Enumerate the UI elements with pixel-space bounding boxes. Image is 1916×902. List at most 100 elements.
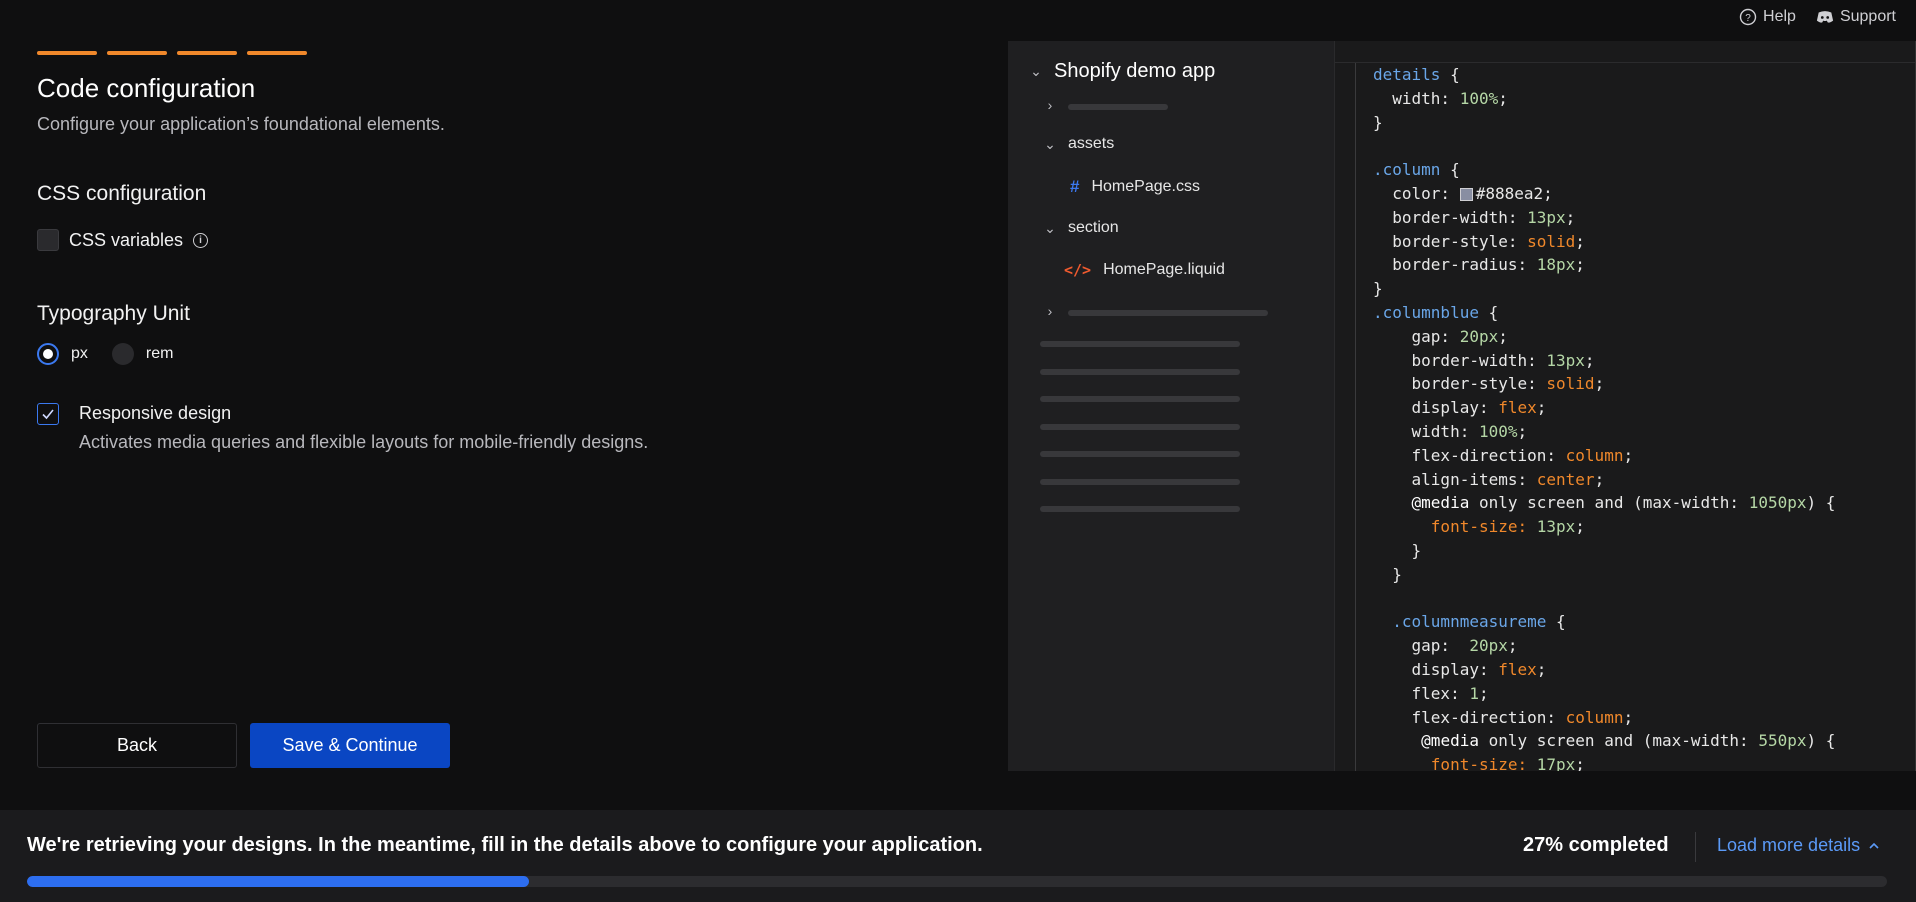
code-token: details — [1373, 65, 1441, 84]
css-variables-checkbox[interactable] — [37, 229, 59, 251]
code-token: .column — [1373, 160, 1441, 180]
radio-rem[interactable] — [111, 343, 134, 365]
code-token: only screen and (max-width: — [1478, 731, 1759, 751]
file-tree: ⌄ Shopify demo app › ⌄ assets # HomePage… — [1008, 41, 1334, 771]
code-token: column — [1565, 707, 1624, 727]
code-token: ; — [1575, 517, 1585, 537]
code-token: { — [1478, 302, 1499, 322]
code-line: border-width: 13px; — [1335, 349, 1916, 373]
placeholder-line — [1068, 310, 1268, 316]
code-token: ; — [1623, 707, 1634, 727]
code-token: ; — [1623, 445, 1634, 465]
code-token: .columnblue — [1373, 302, 1479, 322]
code-token: flex-direction: — [1373, 445, 1566, 465]
code-line: font-size: 17px; — [1335, 753, 1916, 771]
code-line: display: flex; — [1335, 658, 1916, 682]
css-variables-option[interactable]: CSS variables i — [37, 229, 209, 251]
code-token: gap: — [1373, 326, 1460, 346]
editor-tabs-bar — [1335, 41, 1916, 63]
code-line: flex-direction: column; — [1335, 444, 1916, 468]
code-content: details { width: 100%;} .column { color: … — [1335, 63, 1916, 771]
code-token: 20px — [1469, 636, 1508, 656]
responsive-design-option[interactable]: Responsive design Activates media querie… — [37, 403, 648, 453]
help-link[interactable]: ? Help — [1739, 8, 1796, 26]
code-token: ; — [1536, 659, 1547, 679]
info-icon[interactable]: i — [193, 232, 209, 248]
code-line: flex-direction: column; — [1335, 706, 1916, 730]
tree-root[interactable]: ⌄ Shopify demo app — [1030, 60, 1215, 83]
code-token: 1 — [1469, 683, 1479, 703]
responsive-design-checkbox[interactable] — [37, 403, 59, 425]
code-token: @media — [1411, 493, 1470, 513]
top-links: ? Help Support — [1739, 8, 1896, 26]
progress-fill — [27, 876, 530, 887]
code-editor[interactable]: details { width: 100%;} .column { color: … — [1334, 41, 1916, 771]
status-bar: We're retrieving your designs. In the me… — [0, 810, 1916, 902]
progress-bar — [27, 876, 1887, 887]
code-token: 100% — [1478, 421, 1518, 441]
help-icon: ? — [1739, 8, 1757, 26]
code-token: solid — [1527, 231, 1576, 251]
code-token: ; — [1584, 350, 1595, 370]
code-token: 17px — [1536, 755, 1576, 771]
code-token: only screen and (max-width: — [1469, 493, 1749, 513]
save-continue-button[interactable]: Save & Continue — [250, 723, 450, 768]
checkmark-icon — [42, 409, 54, 420]
code-token: color: — [1373, 183, 1460, 203]
tree-file-homepage-css[interactable]: # HomePage.css — [1070, 177, 1200, 197]
tree-folder-assets[interactable]: ⌄ assets — [1044, 135, 1114, 153]
collapsed-folder[interactable]: › — [1044, 303, 1056, 319]
load-more-details-link[interactable]: Load more details — [1717, 835, 1880, 856]
svg-text:?: ? — [1745, 13, 1751, 24]
back-button[interactable]: Back — [37, 723, 237, 768]
code-token: 13px — [1527, 207, 1566, 227]
code-line: font-size: 13px; — [1335, 515, 1916, 539]
code-preview-panel: ⌄ Shopify demo app › ⌄ assets # HomePage… — [1008, 41, 1916, 771]
step-bar — [37, 51, 97, 55]
code-token: solid — [1546, 374, 1595, 394]
code-line: gap: 20px; — [1335, 634, 1916, 658]
code-line: .columnmeasureme { — [1335, 610, 1916, 634]
code-line: border-width: 13px; — [1335, 206, 1916, 230]
code-token: border-radius: — [1373, 255, 1537, 275]
hash-icon: # — [1070, 177, 1080, 196]
code-token: 13px — [1546, 350, 1585, 370]
code-token: center — [1536, 469, 1595, 489]
tree-folder-section[interactable]: ⌄ section — [1044, 219, 1119, 237]
code-token: border-style: — [1373, 374, 1547, 394]
code-token: ; — [1498, 326, 1508, 346]
css-variables-label: CSS variables — [69, 229, 184, 250]
code-line: } — [1335, 277, 1916, 301]
code-token: font-size: — [1430, 755, 1537, 771]
radio-rem-label: rem — [145, 345, 174, 362]
code-token: ; — [1478, 683, 1489, 703]
code-token: ; — [1594, 374, 1605, 394]
support-label: Support — [1839, 8, 1896, 25]
folder-name: section — [1068, 219, 1119, 236]
code-token: ; — [1498, 88, 1508, 108]
code-token: } — [1373, 540, 1422, 560]
step-bar — [107, 51, 167, 55]
code-token: 18px — [1536, 255, 1576, 275]
tree-file-homepage-liquid[interactable]: </> HomePage.liquid — [1064, 261, 1225, 279]
code-tag-icon: </> — [1064, 261, 1092, 279]
load-more-label: Load more details — [1717, 835, 1861, 855]
code-token: { — [1546, 612, 1566, 632]
code-token: display: — [1373, 398, 1499, 418]
page-subtitle: Configure your application’s foundationa… — [37, 114, 445, 134]
code-token: ) { — [1806, 731, 1836, 751]
code-token: ; — [1565, 207, 1576, 227]
radio-px-label: px — [71, 345, 88, 362]
code-token: 550px — [1758, 731, 1807, 751]
code-token: } — [1373, 112, 1383, 132]
code-line: width: 100%; — [1335, 87, 1916, 111]
code-token: display: — [1373, 659, 1499, 679]
collapsed-folder[interactable]: › — [1044, 97, 1056, 113]
code-line: @media only screen and (max-width: 550px… — [1335, 729, 1916, 753]
radio-px[interactable] — [37, 343, 59, 365]
support-link[interactable]: Support — [1816, 8, 1896, 26]
typography-unit-options: px rem — [37, 343, 185, 365]
code-line: } — [1335, 539, 1916, 563]
